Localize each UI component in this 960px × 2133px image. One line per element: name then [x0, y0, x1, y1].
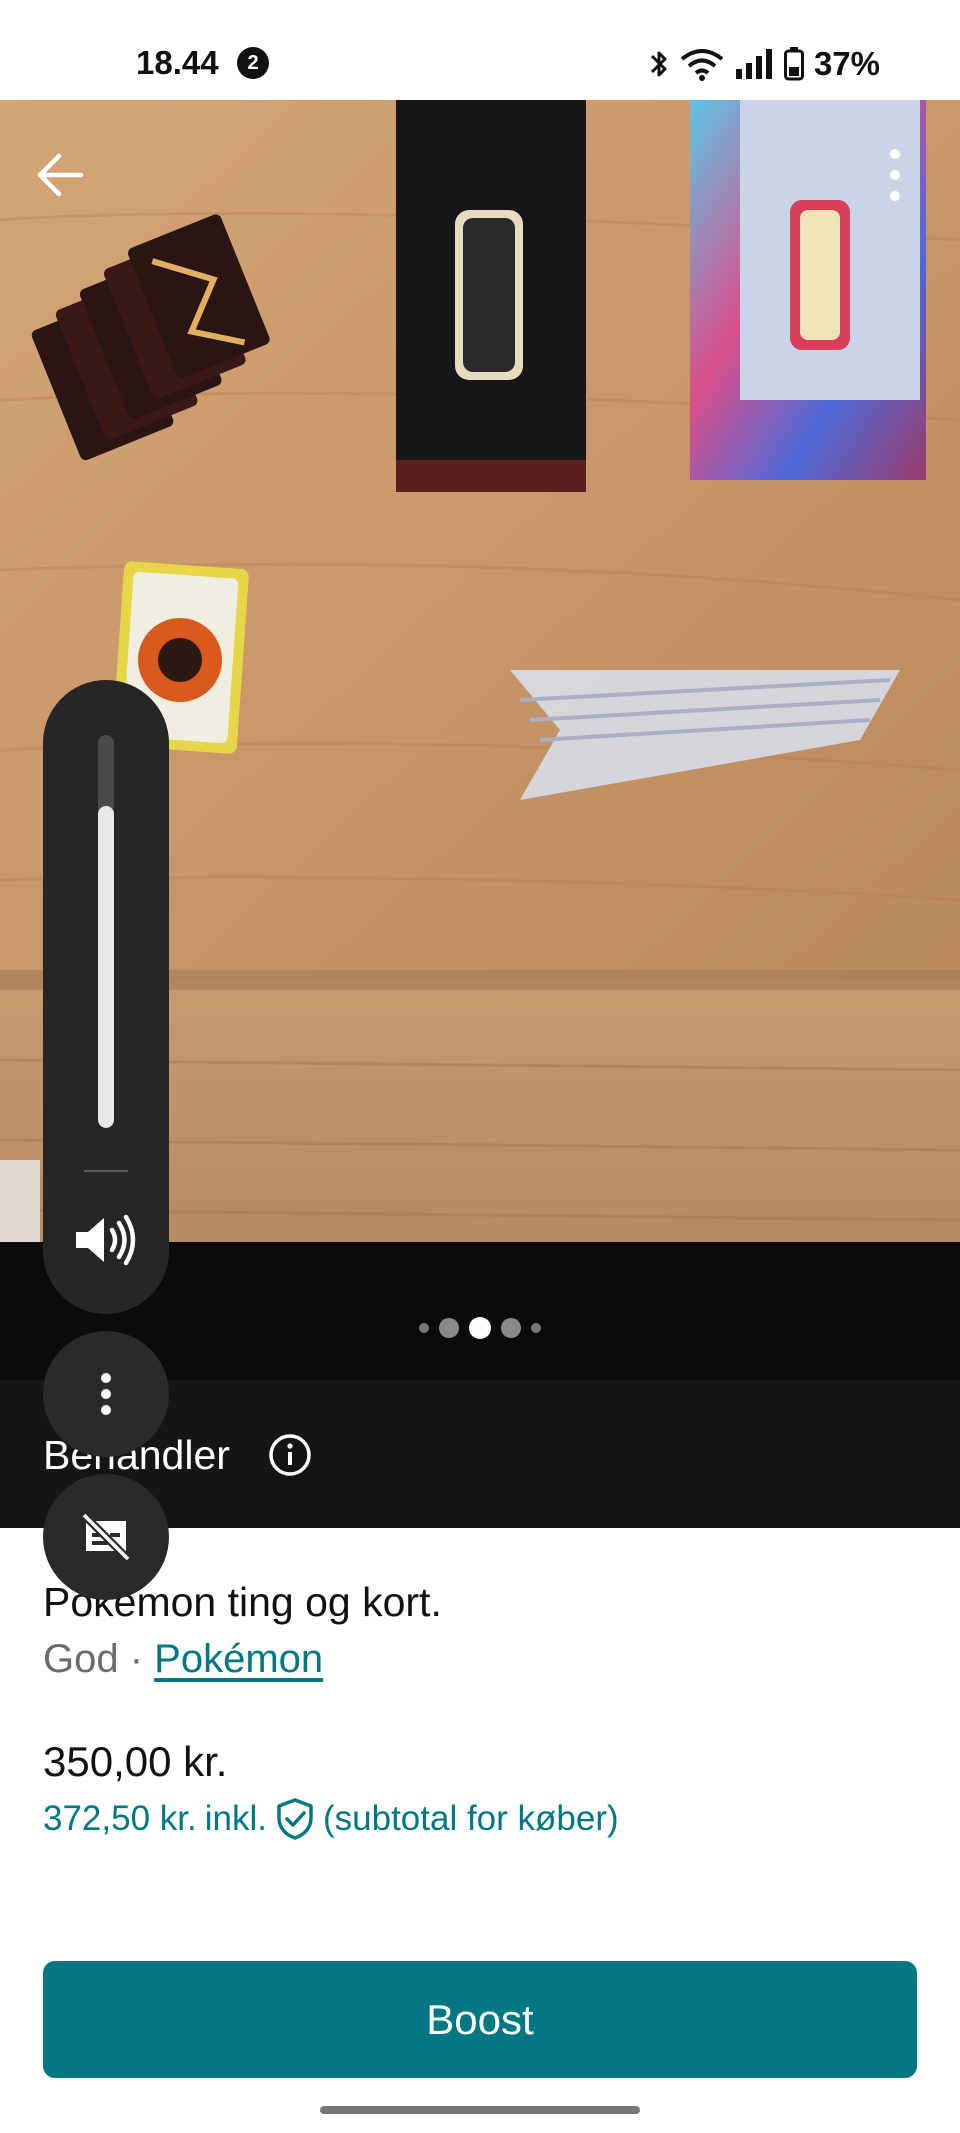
more-options-button[interactable] [875, 145, 915, 205]
boost-button[interactable]: Boost [43, 1961, 917, 2078]
wifi-icon [680, 49, 724, 81]
live-caption-button[interactable] [43, 1474, 169, 1600]
pager-dot[interactable] [419, 1323, 429, 1333]
battery-icon [783, 47, 804, 81]
pager-dot[interactable] [439, 1318, 459, 1338]
volume-level-fill [98, 805, 114, 1128]
volume-icon[interactable] [72, 1212, 138, 1268]
captions-off-icon [81, 1512, 131, 1562]
more-options-icon [101, 1373, 111, 1415]
photo-pager[interactable] [0, 1316, 960, 1340]
volume-divider [84, 1170, 128, 1172]
volume-slider[interactable] [98, 735, 114, 1128]
listing-meta: God · Pokémon [43, 1637, 323, 1682]
pager-dot[interactable] [501, 1318, 521, 1338]
home-indicator[interactable] [320, 2106, 640, 2114]
battery-percent: 37% [813, 45, 880, 82]
notification-badge: 2 [237, 47, 269, 79]
back-button[interactable] [30, 145, 90, 205]
buyer-subtotal[interactable]: 372,50 kr. inkl. (subtotal for køber) [43, 1797, 619, 1841]
listing-condition: God [43, 1637, 119, 1681]
shield-check-icon [277, 1798, 313, 1840]
pager-dot-active[interactable] [469, 1317, 491, 1339]
bluetooth-icon [650, 51, 667, 77]
more-vertical-icon [890, 149, 900, 201]
info-icon[interactable] [268, 1433, 312, 1477]
status-bar: 18.44 2 37% [0, 0, 960, 100]
subtotal-price: 372,50 kr. [43, 1799, 197, 1838]
status-icons: 37% [648, 44, 880, 84]
back-arrow-icon [37, 153, 84, 197]
pager-dot[interactable] [531, 1323, 541, 1333]
subtotal-incl: inkl. [204, 1799, 267, 1838]
category-link[interactable]: Pokémon [154, 1637, 323, 1681]
signal-icon [735, 49, 772, 79]
volume-more-button[interactable] [43, 1331, 169, 1457]
subtotal-note: (subtotal for køber) [322, 1799, 619, 1838]
status-time: 18.44 [136, 44, 219, 81]
meta-separator: · [118, 1637, 155, 1681]
listing-price: 350,00 kr. [43, 1738, 228, 1785]
